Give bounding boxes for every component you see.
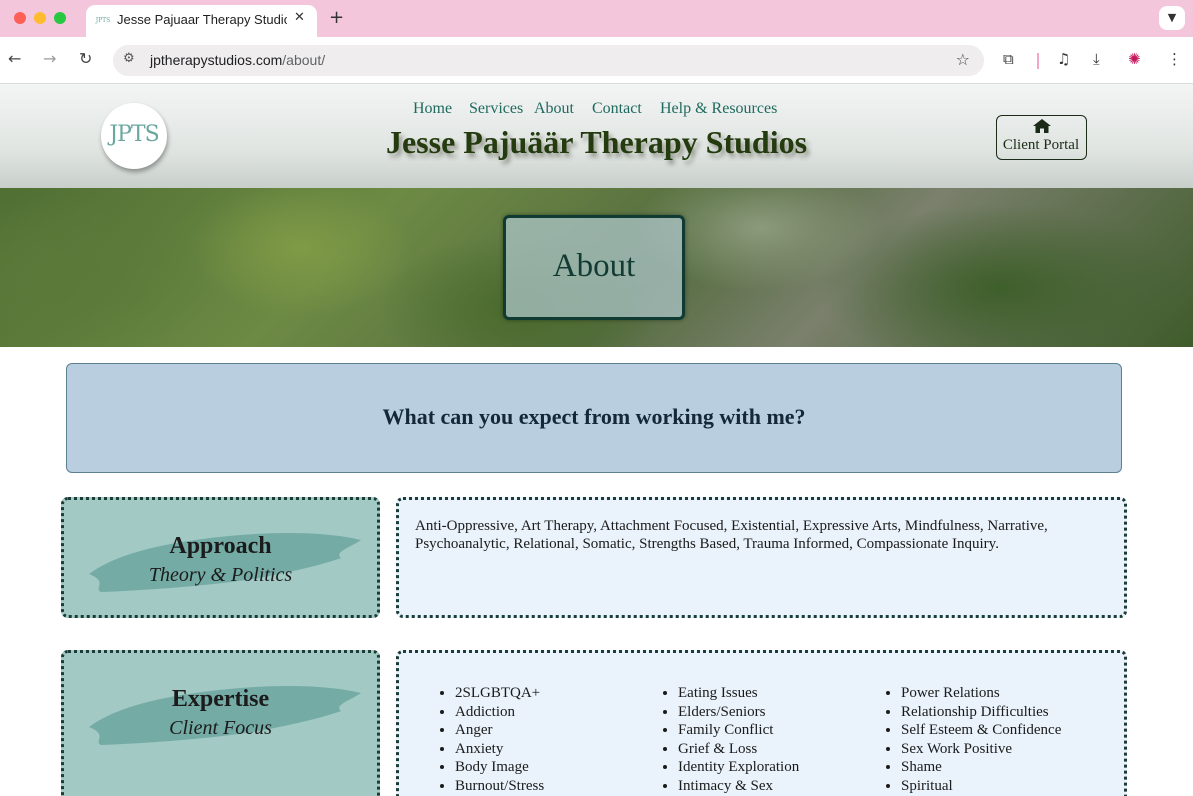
back-arrow-icon[interactable]: ← (8, 49, 21, 68)
address-bar[interactable]: ⚙ jptherapystudios.com/about/ ☆ (113, 45, 984, 76)
list-item: Family Conflict (678, 721, 799, 740)
download-icon[interactable]: ⤓ (1093, 50, 1100, 68)
list-item: Burnout/Stress (455, 777, 544, 796)
client-portal-button[interactable]: Client Portal (996, 115, 1087, 160)
approach-text: Anti-Oppressive, Art Therapy, Attachment… (415, 518, 1048, 552)
browser-tab-active[interactable]: JPTS Jesse Pajuaar Therapy Studio ✕ (86, 5, 317, 37)
approach-subtitle: Theory & Politics (148, 564, 293, 586)
client-portal-label: Client Portal (1002, 137, 1080, 153)
site-title[interactable]: Jesse Pajuäär Therapy Studios (300, 124, 893, 161)
nav-link-about[interactable]: About (534, 100, 574, 118)
site-header: JPTS Home Services About Contact Help & … (0, 84, 1193, 188)
expertise-list-col-2: Eating Issues Elders/Seniors Family Conf… (660, 684, 799, 795)
list-item: Sex Work Positive (901, 740, 1061, 759)
approach-title: Approach (169, 533, 272, 559)
new-tab-icon[interactable]: + (329, 7, 344, 28)
home-icon (1033, 119, 1051, 133)
expertise-list-col-3: Power Relations Relationship Difficultie… (883, 684, 1061, 795)
list-item: 2SLGBTQA+ (455, 684, 544, 703)
browser-menu-icon[interactable]: ⋮ (1167, 50, 1182, 68)
expertise-title: Expertise (171, 686, 270, 712)
nav-link-contact[interactable]: Contact (592, 100, 642, 118)
list-item: Anger (455, 721, 544, 740)
hero-title-box: About (503, 215, 685, 320)
list-item: Eating Issues (678, 684, 799, 703)
url-path: /about/ (282, 52, 326, 68)
list-item: Body Image (455, 758, 544, 777)
bookmark-star-icon[interactable]: ☆ (956, 50, 970, 69)
list-item: Anxiety (455, 740, 544, 759)
intro-banner: What can you expect from working with me… (66, 363, 1122, 473)
approach-content-box: Anti-Oppressive, Art Therapy, Attachment… (396, 497, 1127, 618)
url-text: jptherapystudios.com/about/ (150, 52, 325, 68)
nav-link-home[interactable]: Home (413, 100, 452, 118)
list-item: Shame (901, 758, 1061, 777)
expertise-content-box: 2SLGBTQA+ Addiction Anger Anxiety Body I… (396, 650, 1127, 796)
list-item: Grief & Loss (678, 740, 799, 759)
list-item: Intimacy & Sex (678, 777, 799, 796)
minimize-window-button[interactable] (34, 12, 46, 24)
hero-banner: About (0, 188, 1193, 347)
list-item: Self Esteem & Confidence (901, 721, 1061, 740)
page-title: About (552, 248, 636, 284)
expertise-subtitle: Client Focus (169, 717, 272, 739)
reload-icon[interactable]: ↻ (79, 49, 92, 68)
intro-heading: What can you expect from working with me… (382, 404, 806, 429)
url-domain: jptherapystudios.com (150, 52, 283, 68)
site-logo[interactable]: JPTS (101, 103, 167, 169)
nav-link-services[interactable]: Services (469, 100, 523, 118)
favicon-icon: JPTS (95, 17, 111, 24)
list-item: Elders/Seniors (678, 703, 799, 722)
expertise-list-col-1: 2SLGBTQA+ Addiction Anger Anxiety Body I… (437, 684, 544, 795)
site-settings-icon[interactable]: ⚙ (123, 51, 135, 66)
browser-toolbar: ← → ↻ ⚙ jptherapystudios.com/about/ ☆ ⧉ … (0, 37, 1193, 84)
list-item: Addiction (455, 703, 544, 722)
tab-close-icon[interactable]: ✕ (294, 10, 305, 25)
list-item: Identity Exploration (678, 758, 799, 777)
maximize-window-button[interactable] (54, 12, 66, 24)
approach-label-box: Approach Theory & Politics (61, 497, 380, 618)
media-control-icon[interactable]: ♫ (1057, 50, 1070, 68)
toolbar-divider (1037, 53, 1039, 69)
expertise-label-box: Expertise Client Focus (61, 650, 380, 796)
forward-arrow-icon[interactable]: → (43, 49, 56, 68)
profile-avatar-icon[interactable]: ✺ (1128, 50, 1141, 68)
extensions-puzzle-icon[interactable]: ⧉ (1003, 50, 1014, 68)
list-item: Spiritual (901, 777, 1061, 796)
browser-tab-bar: JPTS Jesse Pajuaar Therapy Studio ✕ + ▼ (0, 0, 1193, 37)
list-item: Power Relations (901, 684, 1061, 703)
tab-search-chevron-icon[interactable]: ▼ (1159, 6, 1185, 30)
close-window-button[interactable] (14, 12, 26, 24)
tab-title: Jesse Pajuaar Therapy Studio (117, 12, 287, 27)
nav-link-help-resources[interactable]: Help & Resources (660, 100, 777, 118)
list-item: Relationship Difficulties (901, 703, 1061, 722)
